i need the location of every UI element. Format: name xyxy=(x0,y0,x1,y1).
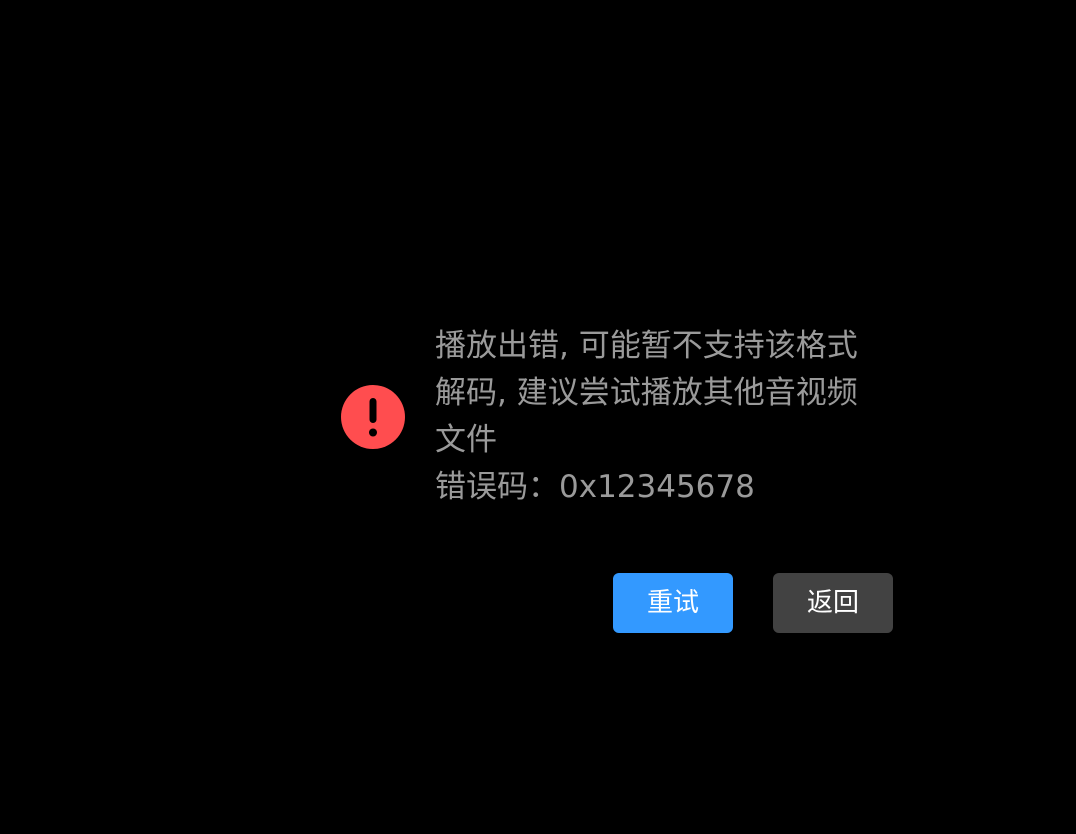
error-code: 错误码：0x12345678 xyxy=(435,469,755,505)
error-message-line: 解码, 建议尝试播放其他音视频 xyxy=(435,375,858,411)
retry-button[interactable]: 重试 xyxy=(613,573,733,633)
back-button[interactable]: 返回 xyxy=(773,573,893,633)
error-message: 播放出错, 可能暂不支持该格式 解码, 建议尝试播放其他音视频 文件 错误码：0… xyxy=(435,323,880,511)
error-message-line: 文件 xyxy=(435,422,497,458)
error-message-line: 播放出错, 可能暂不支持该格式 xyxy=(435,328,858,364)
exclamation-circle-icon xyxy=(341,385,405,449)
